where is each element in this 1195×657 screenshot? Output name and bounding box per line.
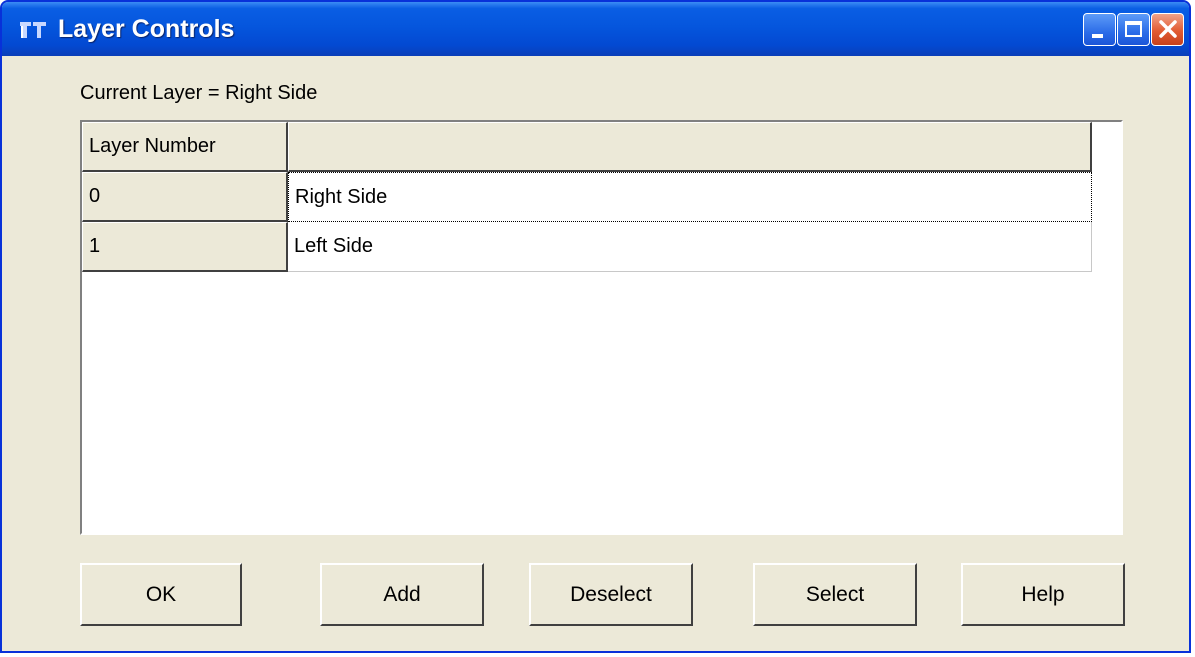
ok-button[interactable]: OK (80, 563, 242, 626)
minimize-icon (1092, 34, 1103, 38)
row-header-layer-0[interactable]: 0 (82, 172, 288, 222)
app-icon (20, 22, 46, 38)
column-header-layer-number[interactable]: Layer Number (82, 122, 288, 172)
layer-name-cell-0[interactable]: Right Side (288, 172, 1092, 222)
deselect-button[interactable]: Deselect (529, 563, 693, 626)
row-header-layer-1[interactable]: 1 (82, 222, 288, 272)
close-icon (1159, 20, 1177, 38)
layer-grid[interactable]: Layer Number 0 Right Side 1 Left Side (80, 120, 1123, 535)
minimize-button[interactable] (1083, 13, 1116, 46)
maximize-icon (1125, 21, 1142, 37)
current-layer-label: Current Layer = Right Side (80, 82, 318, 104)
title-bar[interactable]: Layer Controls (2, 2, 1189, 56)
close-button[interactable] (1151, 13, 1184, 46)
column-header-layer-name[interactable] (288, 122, 1092, 172)
layer-name-cell-1[interactable]: Left Side (288, 222, 1092, 272)
help-button[interactable]: Help (961, 563, 1125, 626)
add-button[interactable]: Add (320, 563, 484, 626)
maximize-button[interactable] (1117, 13, 1150, 46)
layer-controls-window: Layer Controls Current Layer = Right Sid… (0, 0, 1191, 653)
select-button[interactable]: Select (753, 563, 917, 626)
window-title: Layer Controls (58, 15, 235, 43)
